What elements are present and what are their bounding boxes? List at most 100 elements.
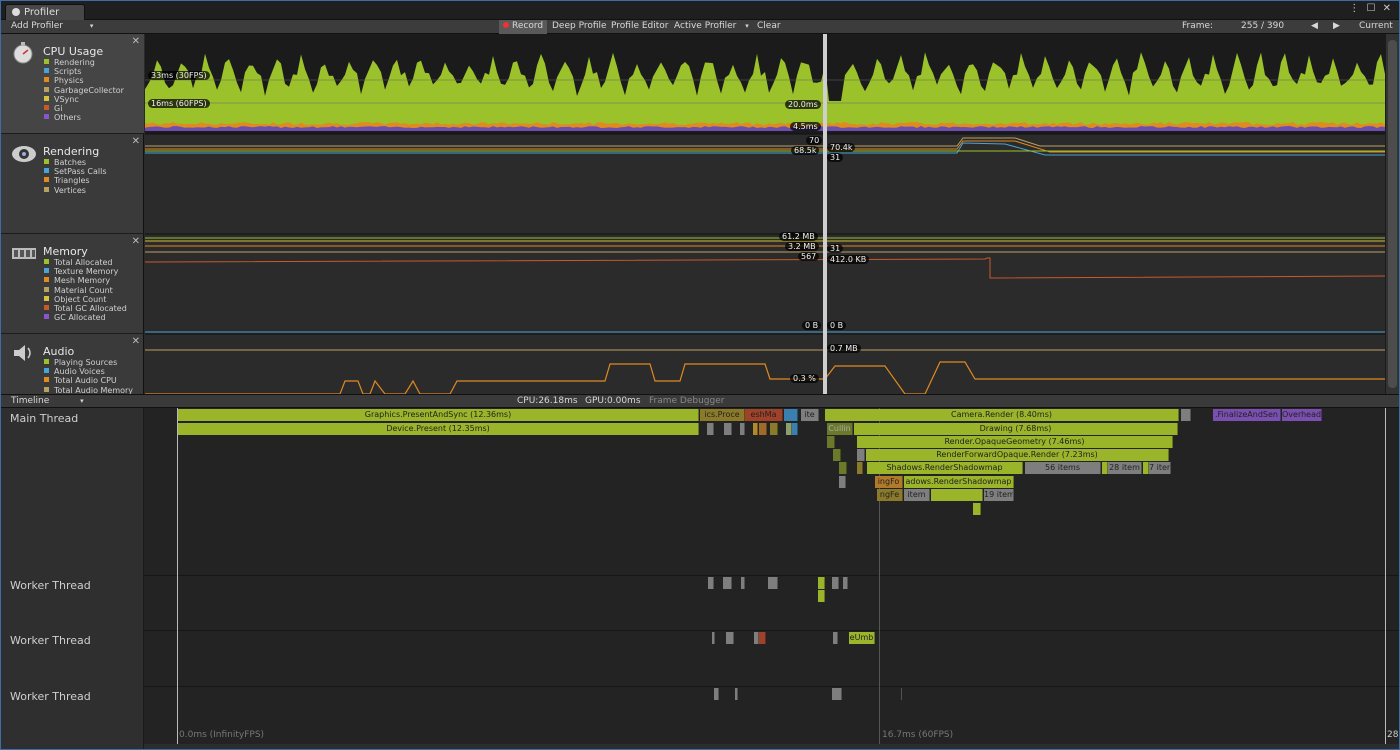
legend-item[interactable]: Material Count — [44, 286, 127, 295]
close-icon[interactable]: ✕ — [132, 36, 140, 47]
sample-block[interactable]: RenderForwardOpaque.Render (7.23ms) — [866, 449, 1169, 461]
graph-area[interactable]: 33ms (30FPS) 16ms (60FPS) 20.0ms 4.5ms 7… — [145, 34, 1385, 394]
sample-block[interactable]: ite — [801, 409, 819, 421]
legend-item[interactable]: VSync — [44, 95, 124, 104]
sample-block[interactable]: 7 iter — [1149, 462, 1171, 474]
module-memory[interactable]: Memory ✕ Total Allocated Texture Memory Me… — [1, 234, 144, 334]
sample-block[interactable] — [770, 423, 778, 435]
sample-block[interactable] — [784, 409, 798, 421]
legend-item[interactable]: Batches — [44, 158, 106, 167]
sample-block[interactable] — [735, 688, 738, 700]
sample-block[interactable] — [857, 449, 865, 461]
sample-block[interactable] — [827, 436, 835, 448]
legend-item[interactable]: Rendering — [44, 58, 124, 67]
legend-item[interactable]: GC Allocated — [44, 313, 127, 322]
sample-block[interactable]: eshMa — [745, 409, 783, 421]
sample-block[interactable] — [714, 688, 719, 700]
legend-item[interactable]: Mesh Memory — [44, 276, 127, 285]
sample-block[interactable] — [839, 462, 847, 474]
sample-block[interactable]: ingFo — [875, 476, 903, 488]
sample-block[interactable]: Render.OpaqueGeometry (7.46ms) — [857, 436, 1173, 448]
sample-block[interactable] — [833, 632, 838, 644]
legend-item[interactable]: SetPass Calls — [44, 167, 106, 176]
sample-block[interactable]: Camera.Render (8.40ms) — [825, 409, 1179, 421]
legend-item[interactable]: Audio Voices — [44, 367, 133, 376]
view-mode-dropdown[interactable]: Timeline ▾ — [7, 395, 88, 409]
sample-block[interactable]: 56 items — [1025, 462, 1101, 474]
legend-item[interactable]: Total GC Allocated — [44, 304, 127, 313]
add-profiler-dropdown[interactable]: Add Profiler ▾ — [7, 20, 97, 34]
sample-block[interactable] — [753, 423, 758, 435]
sample-block[interactable] — [708, 577, 714, 589]
frame-debugger-button[interactable]: Frame Debugger — [645, 395, 728, 409]
sample-block[interactable] — [759, 632, 766, 644]
profiler-tab[interactable]: Profiler — [5, 4, 85, 20]
sample-block[interactable]: item — [904, 489, 930, 501]
close-icon[interactable]: ✕ — [132, 236, 140, 247]
sample-block[interactable] — [741, 577, 745, 589]
module-rendering[interactable]: Rendering ✕ Batches SetPass Calls Triangle… — [1, 134, 144, 234]
sample-block[interactable] — [724, 423, 732, 435]
sample-block[interactable]: Overhead — [1282, 409, 1322, 421]
sample-block[interactable]: ngFe — [877, 489, 903, 501]
record-button[interactable]: Record — [499, 20, 548, 34]
legend-item[interactable]: Physics — [44, 76, 124, 85]
sample-block[interactable] — [818, 590, 825, 602]
sample-block[interactable]: adows.RenderShadowmap — [904, 476, 1014, 488]
sample-block[interactable]: .FinalizeAndSen — [1213, 409, 1281, 421]
close-icon[interactable]: ✕ — [132, 336, 140, 347]
sample-block[interactable] — [759, 423, 767, 435]
close-icon[interactable]: ✕ — [132, 136, 140, 147]
current-frame-button[interactable]: Current — [1355, 20, 1397, 34]
legend-item[interactable]: GarbageCollector — [44, 86, 124, 95]
legend-item[interactable]: Gi — [44, 104, 124, 113]
sample-block[interactable] — [901, 688, 902, 700]
sample-block[interactable] — [832, 688, 842, 700]
sample-block[interactable] — [768, 577, 778, 589]
legend-item[interactable]: Scripts — [44, 67, 124, 76]
legend-item[interactable]: Triangles — [44, 176, 106, 185]
active-profiler-dropdown[interactable]: Active Profiler ▾ — [670, 20, 753, 34]
profile-editor-button[interactable]: Profile Editor — [607, 20, 672, 34]
graph-scrollbar[interactable] — [1385, 34, 1399, 394]
sample-block[interactable]: Graphics.PresentAndSync (12.36ms) — [178, 409, 699, 421]
legend-item[interactable]: Total Audio CPU — [44, 376, 133, 385]
legend-item[interactable]: Texture Memory — [44, 267, 127, 276]
sample-block[interactable] — [726, 632, 734, 644]
sample-block[interactable]: ics.Proce — [700, 409, 745, 421]
sample-block[interactable]: eUmb — [849, 632, 875, 644]
legend-item[interactable]: Vertices — [44, 186, 106, 195]
sample-block[interactable] — [833, 449, 841, 461]
clear-button[interactable]: Clear — [753, 20, 785, 34]
sample-block[interactable]: Device.Present (12.35ms) — [178, 423, 699, 435]
legend-item[interactable]: Playing Sources — [44, 358, 133, 367]
module-audio[interactable]: Audio ✕ Playing Sources Audio Voices Total… — [1, 334, 144, 395]
legend-item[interactable]: Object Count — [44, 295, 127, 304]
sample-block[interactable] — [818, 577, 825, 589]
window-controls[interactable]: ⋮ ☐ ✕ — [1349, 3, 1393, 14]
scrollbar-thumb[interactable] — [1388, 40, 1397, 388]
deep-profile-button[interactable]: Deep Profile — [548, 20, 611, 34]
sample-block[interactable]: 28 item — [1108, 462, 1142, 474]
legend-item[interactable]: Total Allocated — [44, 258, 127, 267]
prev-frame-button[interactable]: ◀ — [1307, 20, 1322, 34]
legend-item[interactable]: Others — [44, 113, 124, 122]
sample-block[interactable] — [1181, 409, 1191, 421]
timeline-scrollbar[interactable] — [144, 744, 1399, 749]
next-frame-button[interactable]: ▶ — [1329, 20, 1344, 34]
sample-block[interactable] — [792, 423, 798, 435]
sample-block[interactable] — [973, 503, 981, 515]
timeline-view[interactable]: Main Thread Worker Thread Worker Thread … — [1, 408, 1399, 749]
sample-block[interactable] — [832, 577, 839, 589]
sample-block[interactable]: Shadows.RenderShadowmap — [867, 462, 1023, 474]
sample-block[interactable] — [857, 462, 863, 474]
sample-block[interactable] — [839, 476, 846, 488]
sample-block[interactable]: Drawing (7.68ms) — [854, 423, 1178, 435]
sample-block[interactable] — [931, 489, 983, 501]
sample-block[interactable]: Cullin — [827, 423, 853, 435]
sample-block[interactable]: 19 item — [984, 489, 1014, 501]
sample-block[interactable] — [712, 632, 715, 644]
sample-block[interactable] — [740, 423, 745, 435]
sample-block[interactable] — [843, 577, 848, 589]
sample-block[interactable] — [707, 423, 714, 435]
